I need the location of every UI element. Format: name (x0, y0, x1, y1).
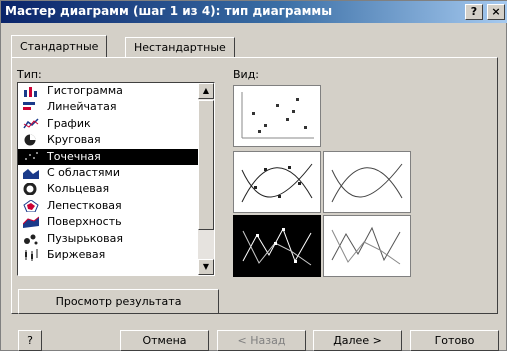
list-scrollbar[interactable]: ▲ ▼ (198, 83, 214, 275)
preview-result-button[interactable]: Просмотр результата (18, 289, 219, 314)
chart-type-item[interactable]: Круговая (18, 132, 214, 148)
subtype-scatter-markers[interactable] (233, 85, 321, 147)
doughnut-chart-icon (23, 183, 37, 196)
view-label: Вид: (233, 68, 260, 81)
straight-lines-markers-icon (242, 227, 312, 266)
help-icon: ? (27, 334, 33, 347)
radar-chart-icon (23, 199, 39, 212)
subtype-straight-lines[interactable] (323, 215, 411, 277)
chart-type-label: Поверхность (47, 215, 122, 229)
chart-type-label: Биржевая (47, 247, 106, 261)
chart-type-item[interactable]: Пузырьковая (18, 231, 214, 247)
bubble-chart-icon (24, 234, 38, 245)
help-title-button[interactable]: ? (465, 4, 483, 20)
straight-lines-icon (331, 226, 401, 265)
chart-wizard-dialog: Мастер диаграмм (шаг 1 из 4): тип диагра… (0, 0, 507, 351)
close-button[interactable]: × (487, 4, 505, 20)
smooth-lines-icon (331, 163, 403, 203)
chart-type-label: Точечная (47, 149, 101, 163)
chart-type-label: График (47, 116, 91, 130)
back-button[interactable]: < Назад (217, 330, 306, 351)
chart-type-item[interactable]: Поверхность (18, 214, 214, 230)
chart-type-label: Кольцевая (47, 182, 110, 196)
subtype-straight-lines-markers[interactable] (233, 215, 321, 277)
subtype-smooth-lines-markers[interactable] (233, 151, 321, 213)
smooth-lines-markers-icon (241, 163, 313, 203)
chart-type-label: Линейчатая (47, 100, 117, 114)
stock-chart-icon (25, 248, 38, 261)
chart-type-item[interactable]: Линейчатая (18, 99, 214, 115)
cancel-button[interactable]: Отмена (120, 330, 209, 351)
help-button[interactable]: ? (18, 330, 42, 351)
chart-type-label: Пузырьковая (47, 231, 123, 245)
finish-button[interactable]: Готово (410, 330, 499, 351)
chart-type-label: С областями (47, 165, 120, 179)
tab-standard[interactable]: Стандартные (11, 35, 108, 58)
chart-type-item[interactable]: Лепестковая (18, 198, 214, 214)
scroll-thumb[interactable] (198, 100, 214, 230)
chart-type-item[interactable]: Кольцевая (18, 181, 214, 197)
chart-type-item[interactable]: Гистограмма (18, 83, 214, 99)
chart-type-item[interactable]: График (18, 116, 214, 132)
scatter-markers-icon (241, 92, 314, 139)
chart-type-item[interactable]: Биржевая (18, 247, 214, 263)
chart-type-item[interactable]: С областями (18, 165, 214, 181)
pie-chart-icon (24, 134, 36, 146)
scatter-chart-icon (25, 151, 38, 160)
chart-type-label: Лепестковая (47, 198, 122, 212)
title-bar[interactable]: Мастер диаграмм (шаг 1 из 4): тип диагра… (1, 1, 507, 23)
scroll-up-button[interactable]: ▲ (198, 83, 214, 99)
surface-chart-icon (23, 216, 39, 229)
scroll-down-button[interactable]: ▼ (198, 259, 214, 275)
bar-chart-icon (23, 102, 35, 111)
line-chart-icon (23, 118, 39, 129)
chart-type-item[interactable]: Точечная (18, 148, 213, 165)
tab-custom[interactable]: Нестандартные (125, 37, 235, 58)
type-label: Тип: (17, 68, 42, 81)
subtype-smooth-lines[interactable] (323, 151, 411, 213)
chart-type-label: Гистограмма (47, 84, 123, 97)
chart-type-list[interactable]: Гистограмма Линейчатая График Круговая Точеч… (17, 82, 215, 276)
window-title: Мастер диаграмм (шаг 1 из 4): тип диагра… (5, 4, 333, 18)
area-chart-icon (23, 168, 39, 179)
chart-type-label: Круговая (47, 133, 101, 147)
next-button[interactable]: Далее > (313, 330, 402, 351)
column-chart-icon (24, 87, 37, 97)
